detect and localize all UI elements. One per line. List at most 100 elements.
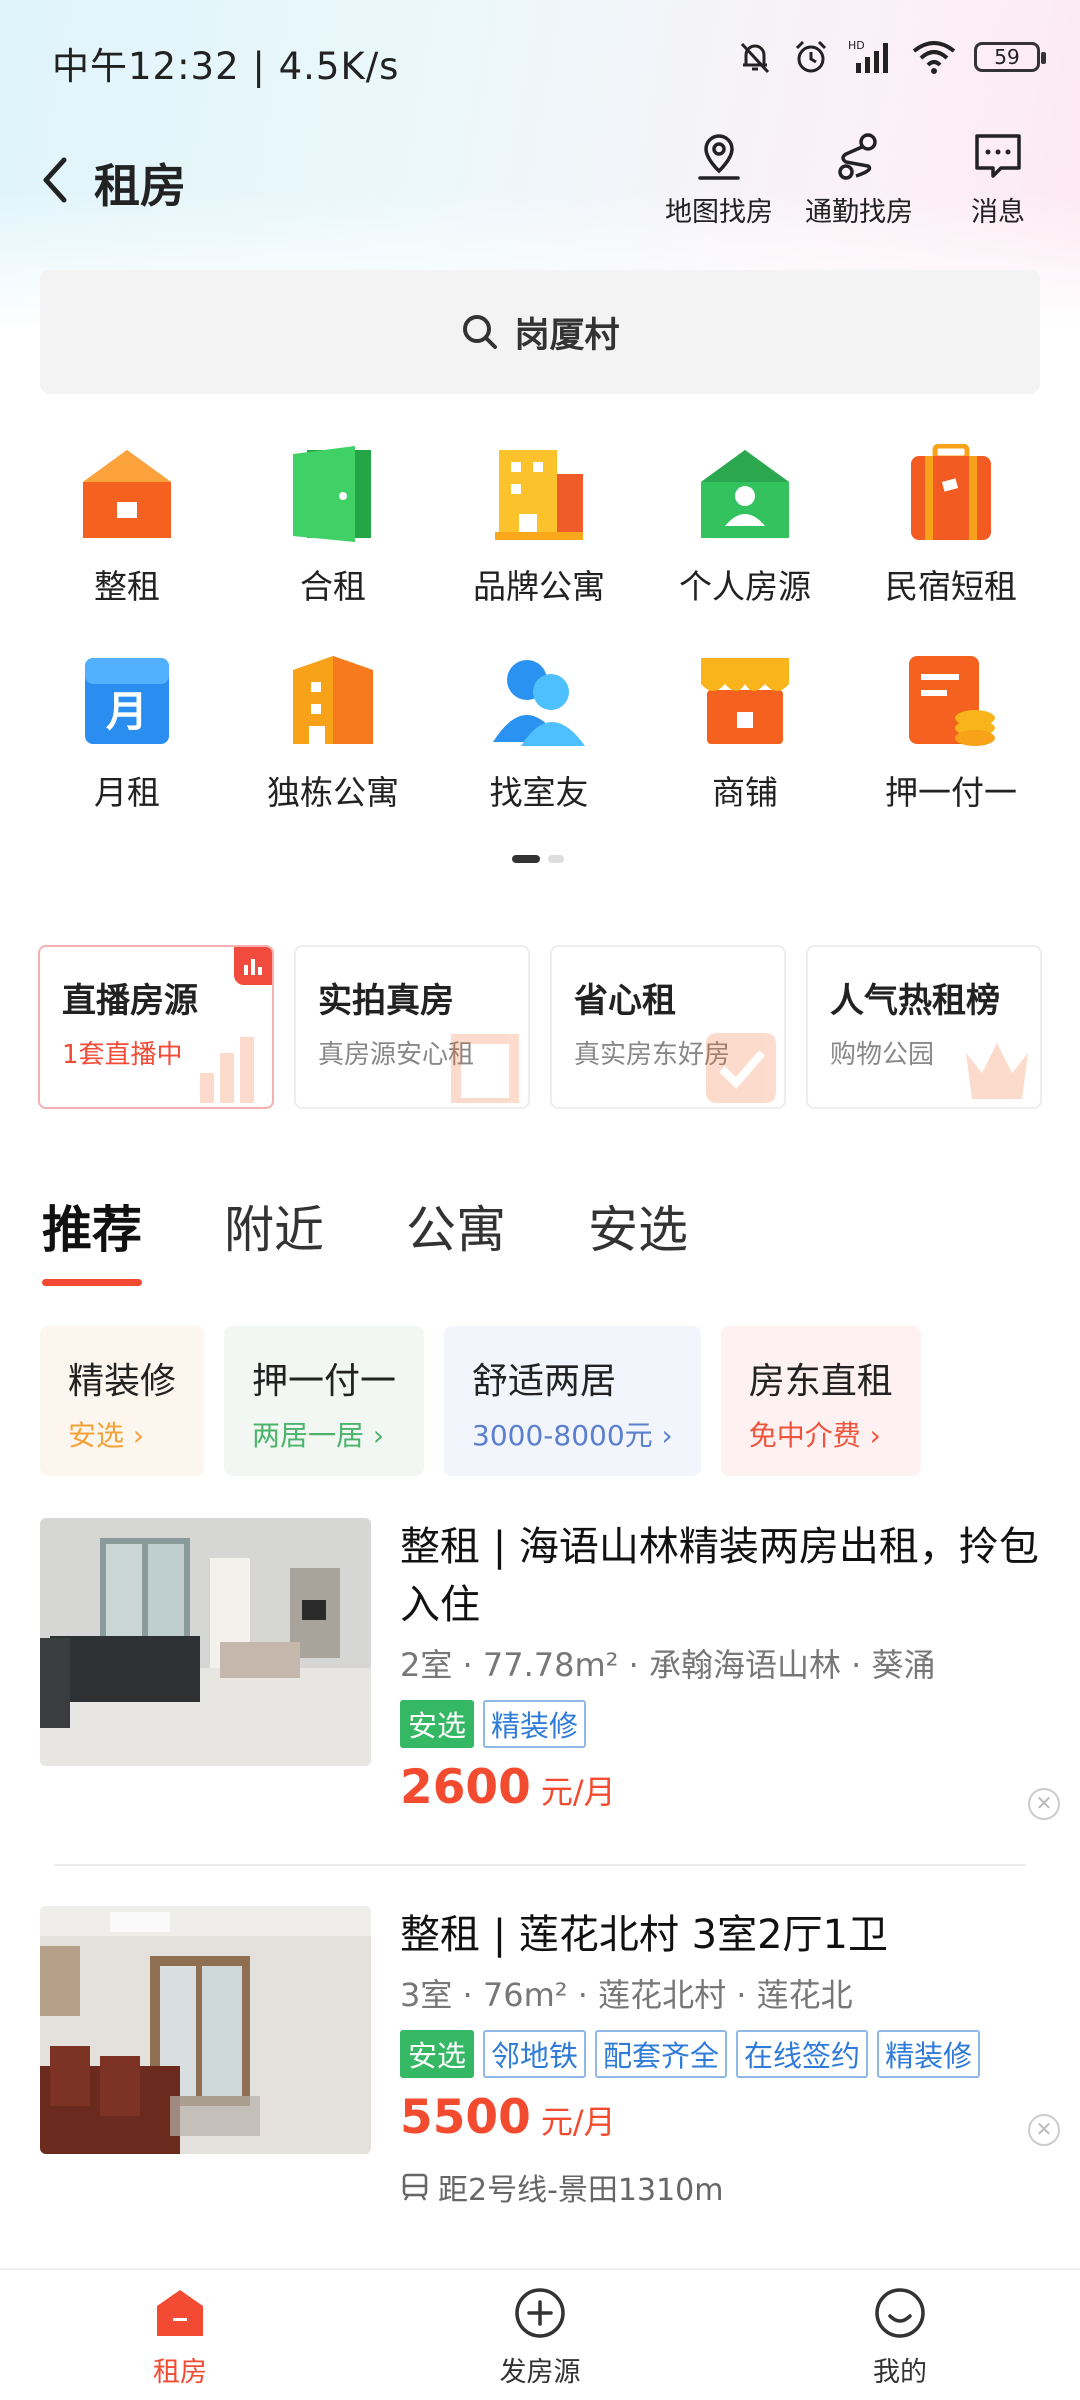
chip-subtitle: 3000-8000元 ›	[472, 1419, 673, 1452]
mute-bell-icon	[736, 38, 774, 76]
category-monthly-rent[interactable]: 月 月租	[24, 650, 230, 814]
map-search-button[interactable]: 地图找房	[654, 130, 784, 229]
category-label: 商铺	[712, 773, 778, 812]
filter-chips: 精装修 安选 › 押一付一 两居一居 › 舒适两居 3000-8000元 › 房…	[40, 1326, 921, 1476]
category-label: 个人房源	[679, 567, 811, 606]
chip-subtitle: 两居一居 ›	[252, 1419, 385, 1452]
chip-title: 精装修	[68, 1361, 177, 1402]
tag: 精装修	[877, 2030, 981, 2078]
category-whole-rent[interactable]: 整租	[24, 444, 230, 608]
promo-title: 人气热租榜	[830, 981, 1000, 1021]
category-label: 月租	[94, 773, 160, 812]
promo-card-live[interactable]: 直播房源 1套直播中	[38, 945, 274, 1109]
bottom-nav: 租房 发房源 我的	[0, 2268, 1080, 2400]
door-icon	[283, 444, 383, 544]
tab-nearby[interactable]: 附近	[224, 1190, 324, 1262]
listing-tags: 安选 邻地铁 配套齐全 在线签约 精装修	[400, 2030, 1060, 2078]
nav-rent[interactable]: 租房	[80, 2286, 280, 2389]
map-pin-icon	[698, 134, 740, 180]
tag: 邻地铁	[483, 2030, 587, 2078]
metro-icon	[402, 2173, 428, 2201]
dismiss-icon[interactable]: ✕	[1028, 1788, 1060, 1820]
home-icon	[157, 2290, 203, 2336]
chip-two-bedroom[interactable]: 舒适两居 3000-8000元 ›	[444, 1326, 701, 1476]
search-input[interactable]: 岗厦村	[40, 270, 1040, 394]
back-button[interactable]	[36, 150, 86, 210]
header: 租房 地图找房 通勤找房 消息	[0, 130, 1080, 240]
person-house-icon	[695, 444, 795, 544]
page-title: 租房	[94, 159, 186, 213]
dismiss-icon[interactable]: ✕	[1028, 2114, 1060, 2146]
promo-cards: 直播房源 1套直播中 实拍真房 真房源安心租 省心租 真实房东好房 人气热租榜 …	[38, 945, 1042, 1109]
price: 5500	[400, 2090, 531, 2145]
status-time: 中午12:32 | 4.5K/s	[52, 45, 400, 88]
messages-button[interactable]: 消息	[933, 130, 1063, 229]
chip-fine-decoration[interactable]: 精装修 安选 ›	[40, 1326, 205, 1476]
category-label: 合租	[300, 567, 366, 606]
promo-card-real-photo[interactable]: 实拍真房 真房源安心租	[294, 945, 530, 1109]
nav-label: 我的	[873, 2357, 927, 2388]
divider	[54, 1864, 1026, 1866]
category-shared-rent[interactable]: 合租	[230, 444, 436, 608]
metro-distance: 距2号线-景田1310m	[400, 2165, 1060, 2209]
category-label: 品牌公寓	[473, 567, 605, 606]
tag: 精装修	[483, 1700, 587, 1748]
tab-apartment[interactable]: 公寓	[406, 1190, 506, 1262]
listing-title: 整租 | 莲花北村 3室2厅1卫	[400, 1912, 888, 1958]
chip-one-deposit[interactable]: 押一付一 两居一居 ›	[224, 1326, 425, 1476]
promo-card-hot-list[interactable]: 人气热租榜 购物公园	[806, 945, 1042, 1109]
chip-subtitle: 安选 ›	[68, 1419, 145, 1452]
commute-search-button[interactable]: 通勤找房	[794, 130, 924, 229]
svg-text:HD: HD	[848, 39, 865, 52]
listing-card[interactable]: 整租 | 莲花北村 3室2厅1卫 3室 · 76m² · 莲花北村 · 莲花北 …	[40, 1906, 1060, 2226]
category-personal-listing[interactable]: 个人房源	[642, 444, 848, 608]
price-unit: 元/月	[540, 1773, 616, 1811]
category-find-roommate[interactable]: 找室友	[436, 650, 642, 814]
category-standalone-apartment[interactable]: 独栋公寓	[230, 650, 436, 814]
nav-label: 租房	[153, 2357, 207, 2388]
chevron-left-icon	[43, 157, 67, 203]
house-icon	[77, 444, 177, 544]
battery-indicator: 59	[974, 42, 1046, 72]
nav-post-listing[interactable]: 发房源	[440, 2286, 640, 2389]
commute-search-label: 通勤找房	[805, 197, 913, 228]
crown-icon	[966, 1043, 1028, 1099]
tag: 配套齐全	[595, 2030, 728, 2078]
tab-verified[interactable]: 安选	[588, 1190, 688, 1262]
check-icon	[706, 1033, 776, 1103]
listing-info: 整租 | 莲花北村 3室2厅1卫 3室 · 76m² · 莲花北村 · 莲花北 …	[400, 1906, 1060, 2209]
category-label: 独栋公寓	[267, 773, 399, 812]
tower-icon	[283, 650, 383, 750]
svg-text:月: 月	[106, 687, 148, 736]
tab-recommended[interactable]: 推荐	[42, 1190, 142, 1286]
calendar-icon: 月	[77, 650, 177, 750]
promo-card-worry-free[interactable]: 省心租 真实房东好房	[550, 945, 786, 1109]
category-label: 整租	[94, 567, 160, 606]
price-row: 5500 元/月	[400, 2090, 1060, 2145]
building-icon	[489, 444, 589, 544]
chip-landlord-direct[interactable]: 房东直租 免中介费 ›	[720, 1326, 921, 1476]
nav-me[interactable]: 我的	[800, 2286, 1000, 2389]
live-chart-icon	[234, 947, 272, 985]
metro-text: 距2号线-景田1310m	[438, 2173, 724, 2208]
listing-info: 整租 | 海语山林精装两房出租，拎包入住 2室 · 77.78m² · 承翰海语…	[400, 1518, 1060, 1815]
price-unit: 元/月	[540, 2103, 616, 2141]
category-brand-apartment[interactable]: 品牌公寓	[436, 444, 642, 608]
category-shop[interactable]: 商铺	[642, 650, 848, 814]
tag: 在线签约	[736, 2030, 869, 2078]
photo-frame-icon	[451, 1034, 519, 1103]
promo-title: 实拍真房	[318, 981, 454, 1021]
search-icon	[463, 315, 498, 349]
message-icon	[975, 134, 1021, 178]
signal-icon: HD	[848, 39, 894, 75]
listing-photo	[40, 1518, 371, 1766]
nav-label: 发房源	[499, 2357, 581, 2388]
category-one-deposit-one-pay[interactable]: 押一付一	[848, 650, 1054, 814]
chip-subtitle: 免中介费 ›	[748, 1419, 881, 1452]
route-icon	[838, 133, 877, 180]
listing-photo	[40, 1906, 371, 2154]
category-label: 押一付一	[885, 773, 1017, 812]
status-bar: 中午12:32 | 4.5K/s HD 59	[0, 0, 1080, 120]
category-homestay[interactable]: 民宿短租	[848, 443, 1054, 608]
listing-card[interactable]: 整租 | 海语山林精装两房出租，拎包入住 2室 · 77.78m² · 承翰海语…	[40, 1518, 1060, 1838]
